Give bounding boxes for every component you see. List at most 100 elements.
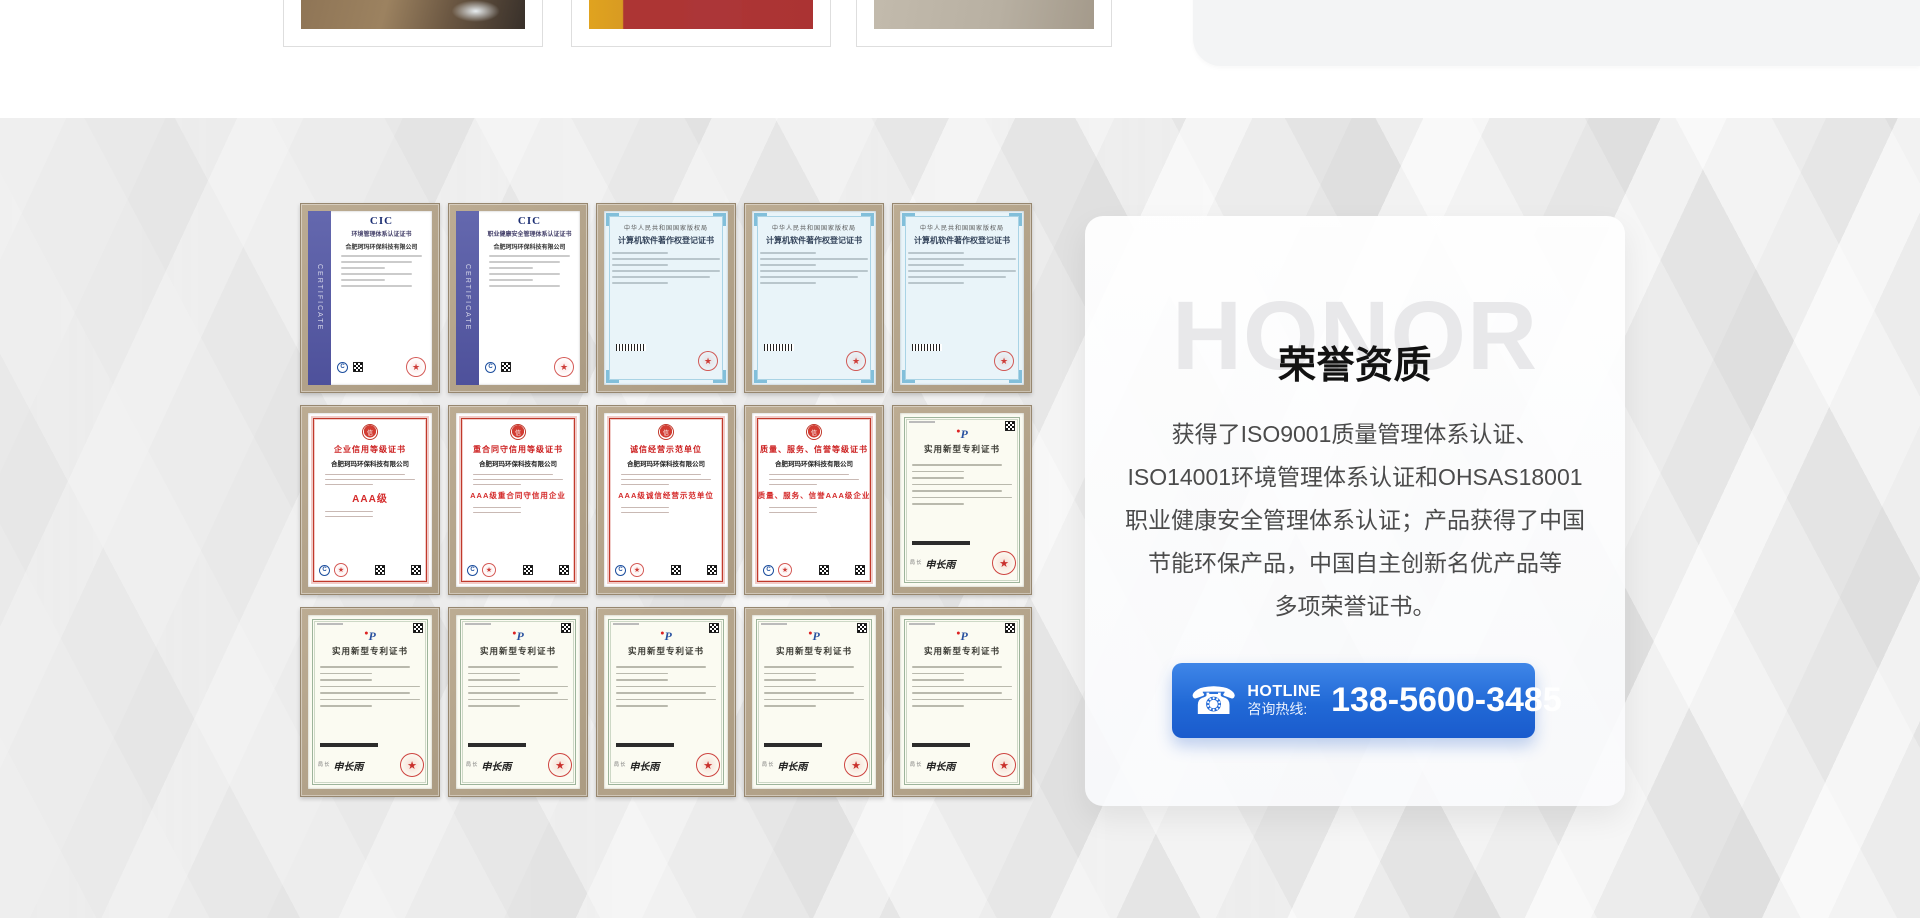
certificate-item-patent[interactable]: ●P 实用新型专利证书 局 长 申长雨 ★ <box>744 607 884 797</box>
hotline-label-en: HOTLINE <box>1247 683 1321 701</box>
cnipa-logo: ●P <box>900 629 1024 644</box>
certificate-title: 实用新型专利证书 <box>456 645 580 657</box>
certificate-number-line <box>317 623 343 625</box>
signature: 申长雨 <box>333 758 363 773</box>
certificate-page: CERTIFICATE CIC 职业健康安全管理体系认证证书 合肥珂玛环保科技有… <box>456 211 580 385</box>
ornate-corner-icon <box>861 213 874 226</box>
qr-code-icon <box>671 565 681 575</box>
qr-code-icon <box>411 565 421 575</box>
certificate-title: 环境管理体系认证证书 <box>333 229 430 238</box>
signature: 申长雨 <box>925 758 955 773</box>
national-emblem-seal-icon: ★ <box>844 753 868 777</box>
barcode-icon <box>468 743 526 747</box>
certificate-number-line <box>465 623 491 625</box>
project-photo-card[interactable] <box>856 0 1112 47</box>
certificate-item-patent[interactable]: ●P 实用新型专利证书 局 长 申长雨 ★ <box>300 607 440 797</box>
signature: 申长雨 <box>925 556 955 571</box>
project-photo-3 <box>874 0 1094 29</box>
certificate-item-copyright[interactable]: 中华人民共和国国家版权局 计算机软件著作权登记证书 ★ <box>892 203 1032 393</box>
certificate-page: ●P 实用新型专利证书 局 长 申长雨 ★ <box>900 615 1024 789</box>
certificate-page: ●P 实用新型专利证书 局 长 申长雨 ★ <box>456 615 580 789</box>
certificate-item-credit[interactable]: 信 诚信经营示范单位 合肥珂玛环保科技有限公司 AAA级诚信经营示范单位 C ★ <box>596 405 736 595</box>
cnipa-logo: ●P <box>308 629 432 644</box>
credit-badge-icon: C <box>615 565 626 576</box>
certificate-side-band: CERTIFICATE <box>456 211 479 385</box>
certificate-item-patent[interactable]: ●P 实用新型专利证书 局 长 申长雨 ★ <box>448 607 588 797</box>
national-emblem-seal-icon: ★ <box>696 753 720 777</box>
certificate-company: 合肥珂玛环保科技有限公司 <box>331 458 409 468</box>
certificate-item-cic[interactable]: CERTIFICATE CIC 职业健康安全管理体系认证证书 合肥珂玛环保科技有… <box>448 203 588 393</box>
certificate-number-line <box>613 623 639 625</box>
certificate-title: 诚信经营示范单位 <box>630 444 702 455</box>
signer-role: 局 长 <box>762 762 773 768</box>
certificate-grid: CERTIFICATE CIC 环境管理体系认证证书 合肥珂玛环保科技有限公司 … <box>300 203 1032 797</box>
description-line: 职业健康安全管理体系认证；产品获得了中国 <box>1105 499 1605 542</box>
certificate-title: 实用新型专利证书 <box>752 645 876 657</box>
ornate-corner-icon <box>754 370 767 383</box>
certificate-item-patent[interactable]: ●P 实用新型专利证书 局 长 申长雨 ★ <box>596 607 736 797</box>
certificate-item-copyright[interactable]: 中华人民共和国国家版权局 计算机软件著作权登记证书 ★ <box>744 203 884 393</box>
certificate-item-credit[interactable]: 信 质量、服务、信誉等级证书 合肥珂玛环保科技有限公司 质量、服务、信誉AAA级… <box>744 405 884 595</box>
credit-badge-icon: C <box>467 565 478 576</box>
red-seal-icon: ★ <box>334 563 348 577</box>
qr-code-icon <box>375 565 385 575</box>
certificate-page: ●P 实用新型专利证书 局 长 申长雨 ★ <box>604 615 728 789</box>
certificate-page: ●P 实用新型专利证书 局 长 申长雨 ★ <box>308 615 432 789</box>
qr-code-icon <box>559 565 569 575</box>
red-emblem-icon: 信 <box>658 424 674 440</box>
credit-badge-icon: C <box>763 565 774 576</box>
page: CERTIFICATE CIC 环境管理体系认证证书 合肥珂玛环保科技有限公司 … <box>0 0 1920 918</box>
certificate-number-line <box>761 623 787 625</box>
national-emblem-seal-icon: ★ <box>992 753 1016 777</box>
cnipa-logo: ●P <box>752 629 876 644</box>
description-line: ISO14001环境管理体系认证和OHSAS18001 <box>1105 456 1605 499</box>
cic-badge-icon: C <box>337 362 348 373</box>
certificate-item-credit[interactable]: 信 企业信用等级证书 合肥珂玛环保科技有限公司 AAA级 C ★ <box>300 405 440 595</box>
project-photo-1 <box>301 0 525 29</box>
honor-panel: HONOR 荣誉资质 获得了ISO9001质量管理体系认证、 ISO14001环… <box>1085 216 1625 806</box>
certificate-item-credit[interactable]: 信 重合同守信用等级证书 合肥珂玛环保科技有限公司 AAA级重合同守信用企业 C… <box>448 405 588 595</box>
qr-code-icon <box>855 565 865 575</box>
ornate-corner-icon <box>1009 213 1022 226</box>
national-emblem-seal-icon: ★ <box>548 753 572 777</box>
certificate-page: 中华人民共和国国家版权局 计算机软件著作权登记证书 ★ <box>604 211 728 385</box>
ornate-corner-icon <box>713 370 726 383</box>
certificate-page: CERTIFICATE CIC 环境管理体系认证证书 合肥珂玛环保科技有限公司 … <box>308 211 432 385</box>
qr-code-icon <box>353 362 363 372</box>
certificate-page: 信 诚信经营示范单位 合肥珂玛环保科技有限公司 AAA级诚信经营示范单位 C ★ <box>604 413 728 587</box>
hotline-labels: HOTLINE 咨询热线: <box>1247 683 1321 718</box>
certificate-award: AAA级重合同守信用企业 <box>470 490 566 501</box>
certificate-item-patent[interactable]: ●P 实用新型专利证书 局 长 申长雨 ★ <box>892 607 1032 797</box>
certificate-page: ●P 实用新型专利证书 局 长 申长雨 ★ <box>900 413 1024 587</box>
certificate-title: 重合同守信用等级证书 <box>473 444 563 455</box>
project-photo-card[interactable] <box>571 0 831 47</box>
description-line: 获得了ISO9001质量管理体系认证、 <box>1105 413 1605 456</box>
ornate-corner-icon <box>861 370 874 383</box>
certificate-item-copyright[interactable]: 中华人民共和国国家版权局 计算机软件著作权登记证书 ★ <box>596 203 736 393</box>
qr-code-icon <box>501 362 511 372</box>
signer-role: 局 长 <box>614 762 625 768</box>
certificate-item-patent[interactable]: ●P 实用新型专利证书 局 长 申长雨 ★ <box>892 405 1032 595</box>
certificate-title: 实用新型专利证书 <box>308 645 432 657</box>
certificate-title: 企业信用等级证书 <box>334 444 406 455</box>
signature: 申长雨 <box>629 758 659 773</box>
hotline-button[interactable]: ☎ HOTLINE 咨询热线: 138-5600-3485 <box>1172 663 1535 738</box>
barcode-icon <box>912 743 970 747</box>
qr-code-icon <box>523 565 533 575</box>
certificate-title: 质量、服务、信誉等级证书 <box>760 444 868 455</box>
project-photo-card[interactable] <box>283 0 543 47</box>
barcode-icon <box>320 743 378 747</box>
ornate-corner-icon <box>606 213 619 226</box>
signer-role: 局 长 <box>318 762 329 768</box>
red-seal-icon: ★ <box>482 563 496 577</box>
barcode-icon <box>764 344 794 351</box>
ornate-corner-icon <box>902 213 915 226</box>
certificate-item-cic[interactable]: CERTIFICATE CIC 环境管理体系认证证书 合肥珂玛环保科技有限公司 … <box>300 203 440 393</box>
cic-badge-icon: C <box>485 362 496 373</box>
previous-section-panel <box>1193 0 1920 66</box>
certificate-page: ●P 实用新型专利证书 局 长 申长雨 ★ <box>752 615 876 789</box>
previous-section-bottom <box>0 0 1920 118</box>
certificate-title: 职业健康安全管理体系认证证书 <box>481 229 578 238</box>
hotline-number: 138-5600-3485 <box>1331 681 1562 720</box>
red-emblem-icon: 信 <box>806 424 822 440</box>
